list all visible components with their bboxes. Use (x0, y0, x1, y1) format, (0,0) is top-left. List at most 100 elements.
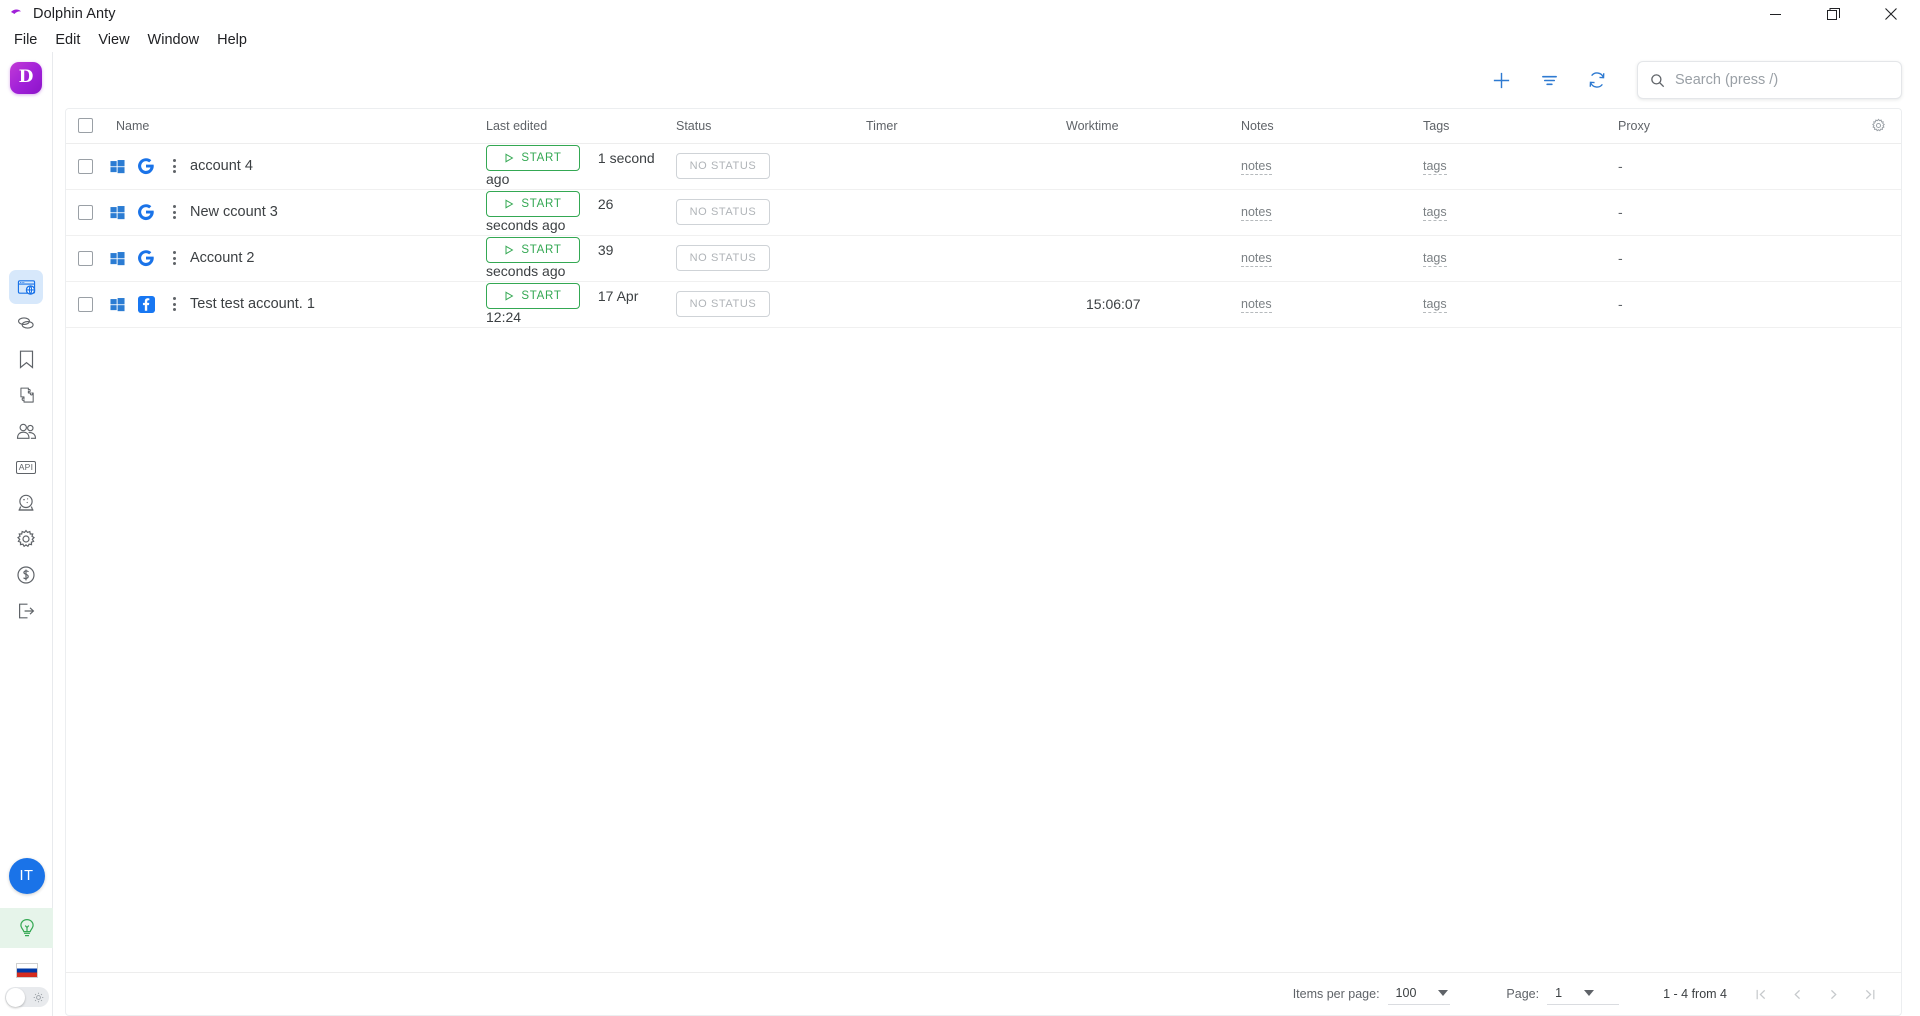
minimize-icon[interactable] (1746, 0, 1804, 28)
filter-icon (1539, 70, 1560, 91)
tags-link[interactable]: tags (1423, 159, 1447, 175)
start-button-label: START (521, 198, 562, 210)
sidebar-item-pricing[interactable] (9, 558, 43, 592)
status-badge[interactable]: NO STATUS (676, 291, 770, 317)
row-menu-icon[interactable] (165, 159, 183, 173)
sidebar-item-team[interactable] (9, 414, 43, 448)
notes-link[interactable]: notes (1241, 297, 1272, 313)
profile-name-cell: Account 2 (104, 235, 486, 282)
sidebar-item-proxies[interactable] (9, 306, 43, 340)
toolbar (53, 52, 1920, 108)
table-row[interactable]: New ccount 3 START 26 seconds ago NO STA… (66, 189, 1901, 236)
menu-bar: File Edit View Window Help (0, 28, 1920, 52)
proxy-cell[interactable]: - (1618, 189, 1855, 236)
prev-page-icon[interactable] (1779, 976, 1815, 1012)
gear-icon[interactable] (1855, 118, 1901, 133)
gear-icon (16, 529, 36, 549)
tags-link[interactable]: tags (1423, 205, 1447, 221)
refresh-button[interactable] (1577, 60, 1617, 100)
search-input[interactable] (1675, 72, 1889, 88)
table-row[interactable]: account 4 START 1 second ago NO STATUS n… (66, 143, 1901, 190)
close-icon[interactable] (1862, 0, 1920, 28)
app-logo-letter: D (18, 66, 34, 87)
chevron-down-icon (1438, 990, 1449, 996)
column-header-tags[interactable]: Tags (1423, 109, 1618, 144)
page-value: 1 (1555, 986, 1563, 1000)
maximize-icon[interactable] (1804, 0, 1862, 28)
first-page-icon[interactable] (1743, 976, 1779, 1012)
row-menu-icon[interactable] (165, 297, 183, 311)
start-button-label: START (521, 152, 562, 164)
menu-item-window[interactable]: Window (139, 29, 209, 51)
menu-item-file[interactable]: File (5, 29, 46, 51)
page-select[interactable]: 1 (1547, 983, 1620, 1005)
timer-cell (866, 143, 1066, 190)
row-checkbox[interactable] (77, 159, 93, 175)
tags-link[interactable]: tags (1423, 251, 1447, 267)
search-box[interactable] (1637, 61, 1902, 99)
column-header-proxy[interactable]: Proxy (1618, 109, 1855, 144)
start-button[interactable]: START (486, 283, 580, 309)
menu-item-help[interactable]: Help (208, 29, 256, 51)
row-menu-icon[interactable] (165, 205, 183, 219)
sidebar-item-api[interactable]: API (9, 450, 43, 484)
items-per-page-select[interactable]: 100 (1387, 983, 1451, 1005)
menu-item-edit[interactable]: Edit (46, 29, 89, 51)
google-icon (134, 157, 158, 175)
row-checkbox[interactable] (77, 251, 93, 267)
start-button[interactable]: START (486, 145, 580, 171)
theme-toggle-knob (5, 987, 25, 1007)
proxy-cell[interactable]: - (1618, 281, 1855, 328)
next-page-icon[interactable] (1815, 976, 1851, 1012)
timer-cell (866, 235, 1066, 282)
start-button[interactable]: START (486, 191, 580, 217)
proxy-cell[interactable]: - (1618, 235, 1855, 282)
filter-button[interactable] (1529, 60, 1569, 100)
lightbulb-icon (17, 918, 37, 939)
row-checkbox[interactable] (77, 297, 93, 313)
notes-link[interactable]: notes (1241, 159, 1272, 175)
bookmark-icon (18, 350, 35, 369)
sidebar-item-browser-profiles[interactable] (9, 270, 43, 304)
table-row[interactable]: Account 2 START 39 seconds ago NO STATUS (66, 235, 1901, 282)
page-group: Page: 1 (1506, 983, 1620, 1005)
sidebar-item-logout[interactable] (9, 594, 43, 628)
row-checkbox[interactable] (77, 205, 93, 221)
select-all-checkbox[interactable] (77, 118, 93, 134)
column-header-notes[interactable]: Notes (1241, 109, 1423, 144)
column-header-status[interactable]: Status (676, 109, 866, 144)
sidebar-item-tips[interactable] (0, 908, 53, 948)
start-button[interactable]: START (486, 237, 580, 263)
last-page-icon[interactable] (1851, 976, 1887, 1012)
app-logo[interactable]: D (10, 62, 42, 94)
theme-toggle[interactable] (4, 987, 49, 1007)
dollar-circle-icon (16, 565, 36, 585)
sidebar-item-settings[interactable] (9, 522, 43, 556)
row-menu-icon[interactable] (165, 251, 183, 265)
table-footer: Items per page: 100 Page: 1 1 - 4 from 4 (65, 972, 1902, 1016)
proxy-cell[interactable]: - (1618, 143, 1855, 190)
russian-flag[interactable] (15, 963, 38, 978)
row-select-cell (66, 189, 104, 236)
status-badge[interactable]: NO STATUS (676, 199, 770, 225)
status-badge[interactable]: NO STATUS (676, 245, 770, 271)
select-all-cell (66, 109, 104, 144)
notes-link[interactable]: notes (1241, 205, 1272, 221)
worktime-cell (1066, 189, 1241, 236)
search-icon (1650, 73, 1665, 88)
notes-link[interactable]: notes (1241, 251, 1272, 267)
table-row[interactable]: Test test account. 1 START 17 Apr 12:24 … (66, 281, 1901, 328)
sidebar-item-automation[interactable] (9, 486, 43, 520)
column-header-last-edited[interactable]: Last edited (486, 109, 676, 144)
sidebar-item-bookmarks[interactable] (9, 342, 43, 376)
add-profile-button[interactable] (1481, 60, 1521, 100)
status-badge[interactable]: NO STATUS (676, 153, 770, 179)
column-header-name[interactable]: Name (104, 109, 486, 144)
column-header-worktime[interactable]: Worktime (1066, 109, 1241, 144)
start-button-label: START (521, 244, 562, 256)
column-header-timer[interactable]: Timer (866, 109, 1066, 144)
sidebar-item-extensions[interactable] (9, 378, 43, 412)
menu-item-view[interactable]: View (89, 29, 138, 51)
tags-link[interactable]: tags (1423, 297, 1447, 313)
avatar[interactable]: IT (8, 858, 45, 894)
